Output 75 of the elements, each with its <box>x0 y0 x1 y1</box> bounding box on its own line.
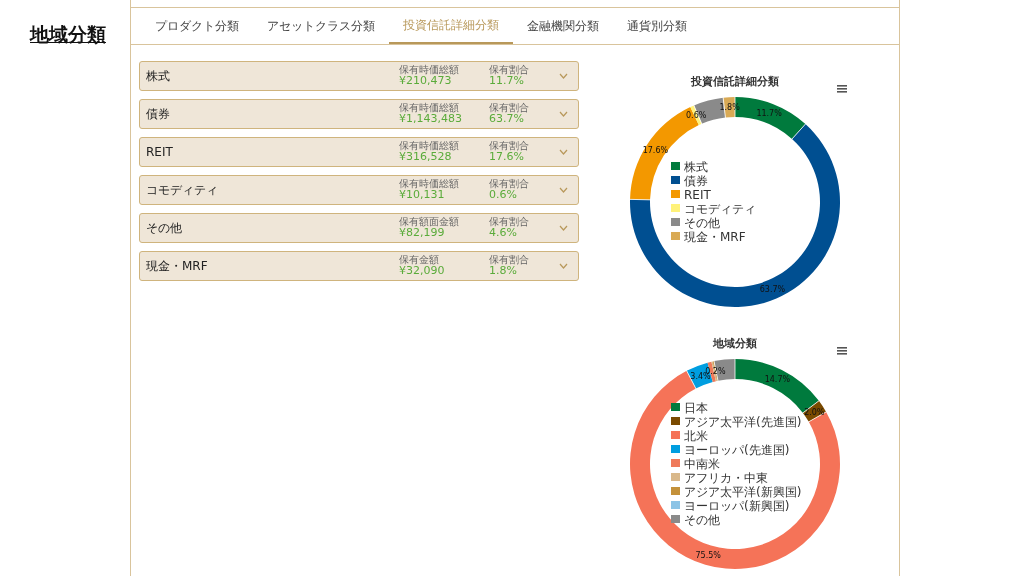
item-name: REIT <box>146 144 173 161</box>
legend-item[interactable]: アフリカ・中東 <box>671 471 768 485</box>
legend-item[interactable]: 日本 <box>671 401 708 415</box>
field-label: 保有金額 <box>399 254 439 265</box>
accordion-header[interactable]: REIT 保有時価総額 ¥316,528 保有割合 17.6% <box>139 137 579 167</box>
accordion-header[interactable]: 債券 保有時価総額 ¥1,143,483 保有割合 63.7% <box>139 99 579 129</box>
item-name: 債券 <box>146 106 170 123</box>
legend-label: 債券 <box>684 174 708 188</box>
data-label: 75.5% <box>695 551 721 561</box>
data-label: 11.7% <box>756 109 782 119</box>
data-label: 63.7% <box>759 285 786 295</box>
item-name: 株式 <box>146 68 170 85</box>
field-value: 63.7% <box>489 112 524 126</box>
field-value: ¥316,528 <box>399 150 452 164</box>
legend-item[interactable]: ヨーロッパ(新興国) <box>671 499 790 513</box>
field-label: 保有割合 <box>489 140 530 151</box>
item-name: コモディティ <box>146 182 218 199</box>
accordion-header[interactable]: 株式 保有時価総額 ¥210,473 保有割合 11.7% <box>139 61 579 91</box>
legend-label: 日本 <box>684 401 708 415</box>
legend-label: その他 <box>684 513 720 527</box>
legend-item[interactable]: REIT <box>671 188 711 202</box>
field-label: 保有割合 <box>489 216 530 227</box>
tab[interactable]: 金融機関分類 <box>513 8 613 44</box>
tab[interactable]: アセットクラス分類 <box>253 8 389 44</box>
field-value: ¥210,473 <box>399 74 452 88</box>
legend-item[interactable]: コモディティ <box>671 202 756 216</box>
legend-label: 株式 <box>683 160 708 174</box>
field-label: 保有時価総額 <box>399 140 460 151</box>
legend-label: その他 <box>684 216 720 230</box>
field-value: ¥10,131 <box>399 188 445 202</box>
data-label: 2.0% <box>804 407 825 417</box>
legend-label: 中南米 <box>684 457 720 471</box>
legend-item[interactable]: アジア太平洋(新興国) <box>671 485 802 499</box>
legend-label: 北米 <box>684 429 708 443</box>
legend-label: 現金・MRF <box>684 230 746 244</box>
page-title: 地域分類 <box>30 22 106 47</box>
legend-label: REIT <box>684 188 712 202</box>
item-name: 現金・MRF <box>146 258 208 275</box>
legend-item[interactable]: 債券 <box>671 174 708 188</box>
tab[interactable]: 通貨別分類 <box>613 8 701 44</box>
accordion-header[interactable]: その他 保有額面金額 ¥82,199 保有割合 4.6% <box>139 213 579 243</box>
field-label: 保有額面金額 <box>399 216 460 227</box>
accordion-header[interactable]: 現金・MRF 保有金額 ¥32,090 保有割合 1.8% <box>139 251 579 281</box>
item-name: その他 <box>146 220 182 237</box>
field-label: 保有割合 <box>489 178 530 189</box>
field-value: 1.8% <box>489 264 518 278</box>
legend-label: コモディティ <box>684 202 756 216</box>
field-value: ¥32,090 <box>399 264 446 278</box>
field-label: 保有時価総額 <box>399 102 459 113</box>
legend-item[interactable]: 中南米 <box>671 457 720 471</box>
field-value: 17.6% <box>489 150 524 164</box>
chart-title: 投資信託詳細分類 <box>691 75 779 88</box>
field-value: 4.6% <box>489 226 518 240</box>
legend-item[interactable]: その他 <box>671 513 720 527</box>
field-value: 11.7% <box>489 74 524 88</box>
legend-item[interactable]: 株式 <box>671 160 708 174</box>
legend-item[interactable]: 現金・MRF <box>671 230 746 244</box>
data-label: 0.6% <box>686 111 707 121</box>
chart-title: 地域分類 <box>713 337 757 350</box>
field-label: 保有時価総額 <box>399 64 460 75</box>
tab[interactable]: プロダクト分類 <box>141 8 253 44</box>
legend-item[interactable]: 北米 <box>671 429 708 443</box>
field-label: 保有割合 <box>489 64 530 75</box>
field-label: 保有割合 <box>489 254 530 265</box>
field-value: ¥1,143,483 <box>399 112 463 126</box>
data-label: 14.7% <box>764 375 791 384</box>
accordion-header[interactable]: コモディティ 保有時価総額 ¥10,131 保有割合 0.6% <box>139 175 579 205</box>
field-value: 0.6% <box>489 188 518 202</box>
legend-item[interactable]: アジア太平洋(先進国) <box>671 415 802 429</box>
field-value: ¥82,199 <box>399 226 445 240</box>
legend-item[interactable]: その他 <box>671 216 720 230</box>
field-label: 保有割合 <box>489 102 530 113</box>
data-label: 3.4% <box>690 371 711 381</box>
legend-item[interactable]: ヨーロッパ(先進国) <box>671 443 790 457</box>
field-label: 保有時価総額 <box>399 178 460 189</box>
